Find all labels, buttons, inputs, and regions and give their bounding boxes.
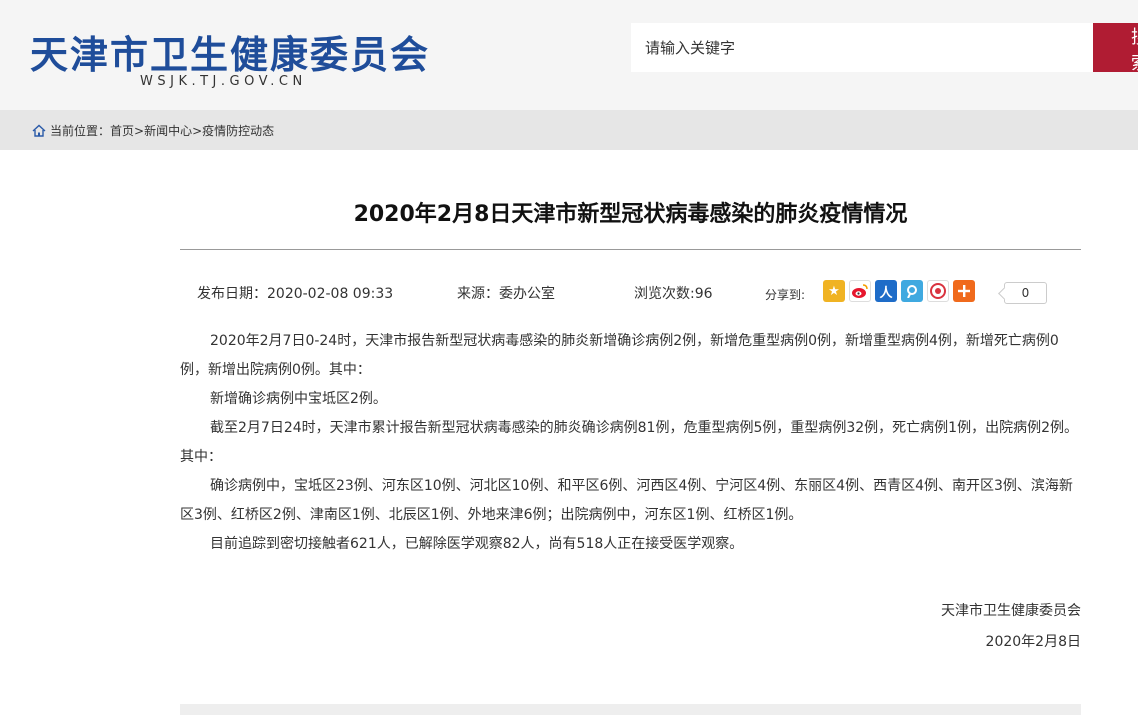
site-header: 天津市卫生健康委员会 WSJK.TJ.GOV.CN 搜索 [0,0,1138,110]
home-icon [32,124,46,137]
share-label: 分享到: [765,288,806,302]
share-count: 0 [1004,282,1047,304]
breadcrumb-separator: > [134,123,145,138]
article-paragraph: 目前追踪到密切接触者621人，已解除医学观察82人，尚有518人正在接受医学观察… [210,536,744,552]
article-body: 2020年2月7日0-24时，天津市报告新型冠状病毒感染的肺炎新增确诊病例2例，… [180,327,1080,559]
breadcrumb-news-center[interactable]: 新闻中心 [144,122,192,139]
share-icons: ★ 人 [823,280,975,302]
search-button[interactable]: 搜索 [1093,23,1138,72]
weibo-icon[interactable] [849,280,871,302]
footer-bar [180,704,1081,715]
view-count: 浏览次数:96 [634,286,713,302]
article-paragraph: 确诊病例中，宝坻区23例、河东区10例、河北区10例、和平区6例、河西区4例、宁… [180,478,1073,523]
article-paragraph: 新增确诊病例中宝坻区2例。 [210,391,387,407]
douban-icon[interactable] [927,280,949,302]
more-share-icon[interactable] [953,280,975,302]
article-paragraph: 截至2月7日24时，天津市累计报告新型冠状病毒感染的肺炎确诊病例81例，危重型病… [180,420,1078,465]
breadcrumb-epidemic-news[interactable]: 疫情防控动态 [202,122,274,139]
article-paragraph: 2020年2月7日0-24时，天津市报告新型冠状病毒感染的肺炎新增确诊病例2例，… [180,333,1059,378]
site-logo-url: WSJK.TJ.GOV.CN [140,74,307,89]
breadcrumb: 当前位置： 首页 > 新闻中心 > 疫情防控动态 [32,122,274,139]
tencent-weibo-icon[interactable] [901,280,923,302]
breadcrumb-home[interactable]: 首页 [110,122,134,139]
article-title: 2020年2月8日天津市新型冠状病毒感染的肺炎疫情情况 [353,202,908,227]
breadcrumb-separator: > [192,123,203,138]
qzone-icon[interactable]: ★ [823,280,845,302]
site-logo-title[interactable]: 天津市卫生健康委员会 [30,24,430,79]
article-source: 来源：委办公室 [457,286,555,302]
signature-org: 天津市卫生健康委员会 [941,603,1081,619]
renren-icon[interactable]: 人 [875,280,897,302]
breadcrumb-prefix: 当前位置： [50,124,111,138]
breadcrumb-bar: 当前位置： 首页 > 新闻中心 > 疫情防控动态 [0,110,1138,150]
signature-date: 2020年2月8日 [985,634,1081,650]
title-divider [180,249,1081,250]
search-input[interactable] [631,23,1093,72]
publish-date: 发布日期：2020-02-08 09:33 [197,286,394,302]
